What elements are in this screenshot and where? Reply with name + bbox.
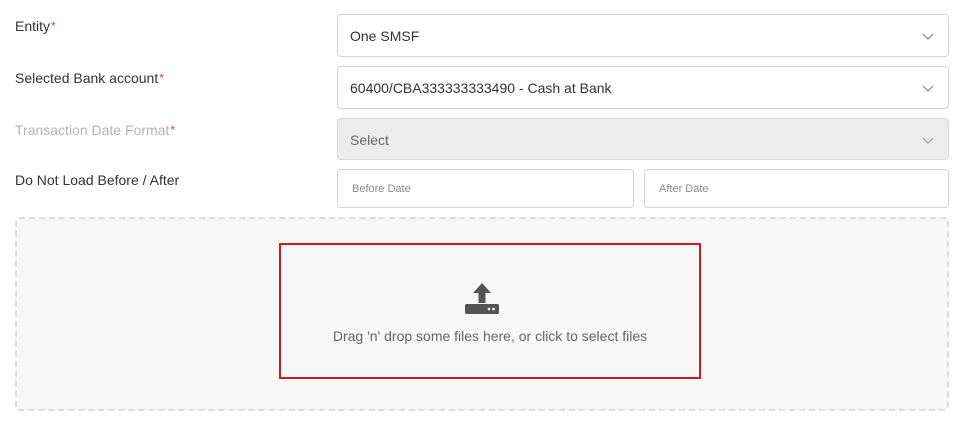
dropzone-instruction: Drag 'n' drop some files here, or click …: [332, 328, 648, 344]
before-date-input[interactable]: [337, 169, 634, 208]
date-format-label-text: Transaction Date Format: [15, 122, 170, 138]
required-mark: *: [170, 123, 175, 137]
entity-label: Entity*: [15, 17, 56, 35]
bank-account-select-value: 60400/CBA333333333490 - Cash at Bank: [350, 80, 612, 96]
chevron-down-icon: [922, 85, 934, 93]
after-date-input[interactable]: [644, 169, 949, 208]
date-format-select: Select: [337, 118, 949, 160]
upload-icon: [465, 283, 499, 314]
chevron-down-icon: [922, 137, 934, 145]
date-format-select-value: Select: [350, 132, 389, 148]
chevron-down-icon: [922, 33, 934, 41]
bank-account-label: Selected Bank account*: [15, 69, 164, 87]
bank-account-select[interactable]: 60400/CBA333333333490 - Cash at Bank: [337, 66, 949, 109]
bank-account-label-text: Selected Bank account: [15, 70, 159, 86]
required-mark: *: [159, 71, 164, 85]
entity-select-value: One SMSF: [350, 28, 420, 44]
required-mark: *: [51, 19, 56, 33]
date-format-label: Transaction Date Format*: [15, 121, 175, 139]
entity-select[interactable]: One SMSF: [337, 14, 949, 57]
load-range-label: Do Not Load Before / After: [15, 172, 180, 188]
entity-label-text: Entity: [15, 18, 51, 34]
